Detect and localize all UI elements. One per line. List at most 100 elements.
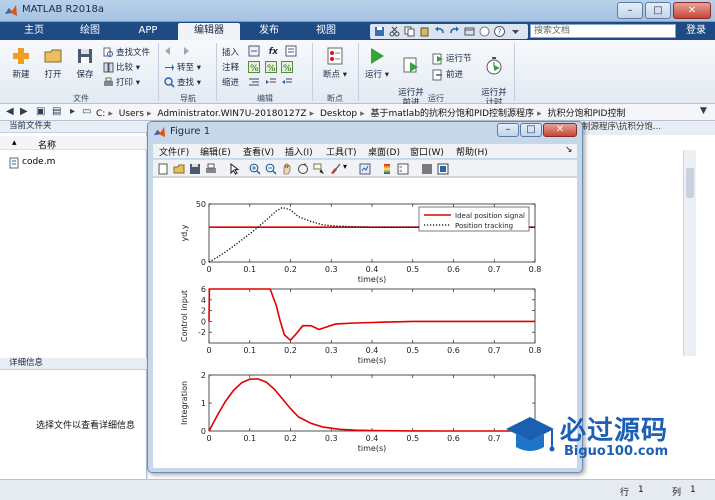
edit-plot-icon[interactable] bbox=[229, 163, 241, 175]
menu-window[interactable]: 窗口(W) bbox=[410, 145, 444, 158]
path-segment[interactable]: 抗积分饱和PID控制 bbox=[547, 109, 625, 119]
dock-arrow-icon[interactable]: ↘ bbox=[565, 145, 573, 155]
column-name-header[interactable]: 名称 bbox=[38, 138, 56, 151]
tab-apps[interactable]: APP bbox=[122, 23, 174, 40]
compare-button[interactable]: 比较 ▾ bbox=[103, 61, 140, 73]
path-segment[interactable]: Desktop bbox=[320, 109, 357, 119]
run-button[interactable]: 运行 ▾ bbox=[362, 46, 392, 80]
x-tick-label: 0.2 bbox=[284, 265, 297, 274]
tab-plots[interactable]: 绘图 bbox=[64, 23, 116, 40]
menu-help[interactable]: 帮助(H) bbox=[456, 145, 488, 158]
figure-maximize-button[interactable]: □ bbox=[520, 123, 542, 137]
save-figure-icon[interactable] bbox=[189, 163, 201, 175]
breakpoints-button[interactable]: 断点 ▾ bbox=[318, 46, 352, 80]
editor-path-tab[interactable]: 制源程序\抗积分饱... bbox=[578, 121, 715, 135]
save-label: 保存 bbox=[76, 70, 94, 80]
figure-titlebar[interactable]: Figure 1 – □ ✕ bbox=[148, 122, 582, 142]
figure-close-button[interactable]: ✕ bbox=[543, 123, 577, 137]
menu-file[interactable]: 文件(F) bbox=[159, 145, 189, 158]
chevron-down-icon[interactable] bbox=[510, 26, 521, 37]
new-button[interactable]: 新建 bbox=[6, 46, 36, 80]
folder-up-icon[interactable]: ▣ bbox=[36, 106, 45, 117]
menu-tools[interactable]: 工具(T) bbox=[326, 145, 357, 158]
find-button[interactable]: 查找 ▾ bbox=[164, 76, 201, 88]
indent-button[interactable]: 缩进 bbox=[222, 76, 239, 88]
menu-edit[interactable]: 编辑(E) bbox=[200, 145, 231, 158]
link-plot-icon[interactable] bbox=[359, 163, 371, 175]
file-list-header: ▴ 名称 bbox=[0, 136, 147, 151]
x-tick-label: 0.1 bbox=[243, 434, 256, 443]
vertical-scrollbar[interactable] bbox=[683, 150, 696, 356]
menu-desktop[interactable]: 桌面(D) bbox=[368, 145, 400, 158]
close-button[interactable]: ✕ bbox=[673, 2, 711, 19]
insert-legend-icon[interactable] bbox=[397, 163, 409, 175]
data-cursor-icon[interactable] bbox=[313, 163, 325, 175]
minimize-button[interactable]: – bbox=[617, 2, 643, 19]
fx-button[interactable]: fx bbox=[269, 47, 278, 57]
file-list-item[interactable]: code.m bbox=[9, 157, 55, 169]
advance-button[interactable]: 前进 bbox=[432, 68, 463, 81]
open-label: 打开 bbox=[44, 70, 62, 80]
insert-button[interactable]: 插入 bbox=[222, 46, 239, 58]
tab-home[interactable]: 主页 bbox=[10, 23, 58, 40]
redo-icon[interactable] bbox=[449, 26, 460, 37]
zoom-out-icon[interactable] bbox=[265, 163, 277, 175]
zoom-in-icon[interactable] bbox=[249, 163, 261, 175]
menu-view[interactable]: 查看(V) bbox=[243, 145, 274, 158]
chevron-down-icon[interactable]: ▾ bbox=[343, 162, 347, 171]
back-icon[interactable]: ◀ bbox=[6, 106, 14, 117]
browse-folder-icon[interactable]: ▤ bbox=[52, 106, 61, 117]
path-segment[interactable]: 基于matlab的抗积分饱和PID控制源程序 bbox=[371, 109, 535, 119]
hide-plot-tools-icon[interactable] bbox=[421, 163, 433, 175]
comment-button[interactable]: 注释 bbox=[222, 61, 239, 73]
paste-icon[interactable] bbox=[419, 26, 430, 37]
print-button[interactable]: 打印 ▾ bbox=[103, 76, 140, 88]
switch-windows-icon[interactable] bbox=[464, 26, 475, 37]
new-figure-icon[interactable] bbox=[157, 163, 169, 175]
open-file-icon[interactable] bbox=[173, 163, 185, 175]
find-files-button[interactable]: 查找文件 bbox=[103, 46, 150, 58]
insert-colorbar-icon[interactable] bbox=[381, 163, 393, 175]
find-files-label: 查找文件 bbox=[116, 48, 151, 58]
show-plot-tools-icon[interactable] bbox=[437, 163, 449, 175]
figure-minimize-button[interactable]: – bbox=[497, 123, 519, 137]
copy-icon[interactable] bbox=[404, 26, 415, 37]
watermark-url: Biguo100.com bbox=[564, 444, 669, 459]
pan-hand-icon[interactable] bbox=[281, 163, 293, 175]
scrollbar-thumb[interactable] bbox=[686, 168, 694, 198]
tab-view[interactable]: 视图 bbox=[300, 23, 352, 40]
menu-insert[interactable]: 插入(I) bbox=[285, 145, 313, 158]
path-segment[interactable]: Users bbox=[119, 109, 144, 119]
current-folder-path[interactable]: C: ▸ Users ▸ Administrator.WIN7U-20180127Z… bbox=[96, 106, 625, 119]
cut-icon[interactable] bbox=[389, 26, 400, 37]
indent-tools[interactable] bbox=[248, 76, 295, 88]
undo-icon[interactable] bbox=[434, 26, 445, 37]
save-ribbon-button[interactable]: 保存 bbox=[70, 46, 100, 80]
watermark-title: 必过源码 bbox=[560, 416, 669, 446]
save-icon[interactable] bbox=[374, 26, 385, 37]
chevron-down-icon[interactable]: ▼ bbox=[700, 106, 707, 116]
tab-editor[interactable]: 编辑器 bbox=[178, 23, 240, 40]
path-root-icon[interactable]: ▸ bbox=[70, 106, 75, 117]
y-tick-label: 2 bbox=[201, 307, 206, 316]
comment-tools[interactable]: % % % bbox=[248, 61, 295, 73]
forward-icon[interactable]: ▶ bbox=[20, 106, 28, 117]
community-icon[interactable] bbox=[479, 26, 490, 37]
search-documentation-input[interactable]: 搜索文档 bbox=[530, 24, 676, 38]
goto-button[interactable]: 转至 ▾ bbox=[164, 61, 201, 73]
insert-section-icon[interactable]: fx bbox=[248, 45, 299, 57]
path-segment[interactable]: Administrator.WIN7U-20180127Z bbox=[157, 109, 306, 119]
rotate-3d-icon[interactable] bbox=[297, 163, 309, 175]
maximize-button[interactable]: □ bbox=[645, 2, 671, 19]
login-link[interactable]: 登录 bbox=[681, 24, 711, 38]
navigate-arrows[interactable] bbox=[164, 46, 192, 57]
run-section-button[interactable]: 运行节 bbox=[432, 52, 472, 65]
print-figure-icon[interactable] bbox=[205, 163, 217, 175]
brush-icon[interactable] bbox=[329, 163, 341, 175]
path-segment[interactable]: C: bbox=[96, 109, 105, 119]
comment-percent-icon: % bbox=[248, 61, 260, 73]
tab-publish[interactable]: 发布 bbox=[244, 23, 294, 40]
help-icon[interactable]: ? bbox=[494, 26, 505, 37]
open-button[interactable]: 打开 bbox=[38, 46, 68, 80]
insert-list-icon[interactable] bbox=[285, 45, 297, 57]
